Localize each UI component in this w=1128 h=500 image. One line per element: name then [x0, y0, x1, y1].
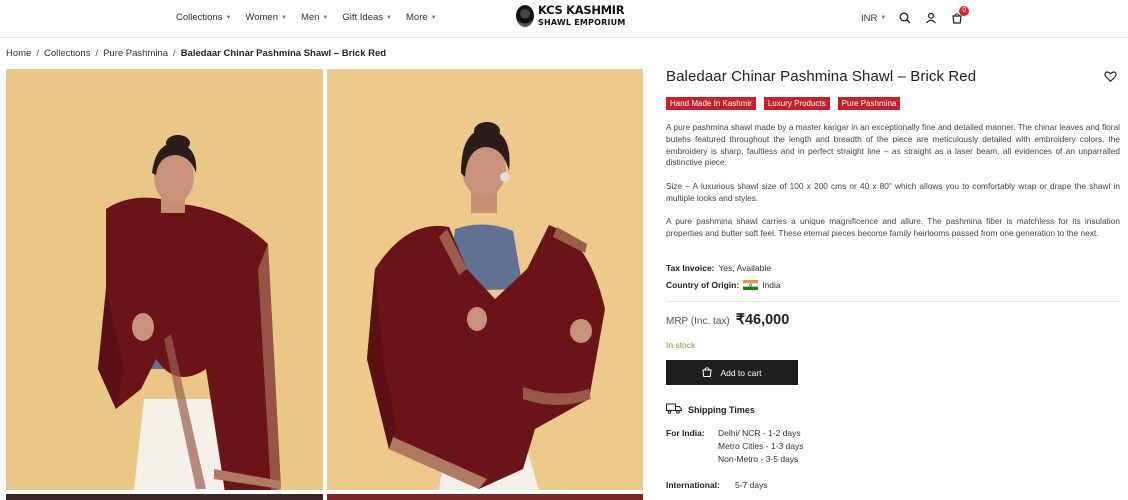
india-flag-icon — [743, 280, 759, 290]
add-to-cart-label: Add to cart — [720, 367, 762, 378]
nav-collections[interactable]: Collections ▼ — [176, 12, 231, 23]
origin-label: Country of Origin: — [666, 280, 740, 290]
international-label: International: — [666, 480, 720, 490]
product-tags: Hand Made In Kashmir Luxury Products Pur… — [666, 97, 901, 110]
india-label: For India: — [666, 428, 705, 438]
cart-count-badge: 0 — [959, 6, 970, 16]
nav-more[interactable]: More ▼ — [406, 12, 437, 23]
tag-hand-made[interactable]: Hand Made In Kashmir — [666, 97, 756, 110]
breadcrumb-home[interactable]: Home — [6, 48, 31, 59]
product-image-4[interactable] — [327, 494, 643, 500]
truck-icon — [666, 403, 682, 416]
breadcrumb-separator: / — [95, 48, 99, 59]
add-to-cart-button[interactable]: Add to cart — [666, 360, 798, 385]
nav-label: Collections — [176, 12, 223, 23]
description-paragraph-2: Size – A luxurious shawl size of 100 x 2… — [666, 181, 1120, 203]
nav-label: Men — [300, 12, 320, 23]
nav-men[interactable]: Men ▼ — [301, 12, 328, 23]
site-logo[interactable]: KCS KASHMIR SHAWL EMPORIUM — [516, 5, 625, 27]
chevron-down-icon: ▼ — [880, 15, 887, 21]
currency-label: INR — [861, 12, 878, 24]
logo-emblem-icon — [516, 5, 534, 27]
nav-label: Gift Ideas — [342, 12, 384, 23]
search-icon[interactable] — [898, 11, 912, 25]
product-info: Baledaar Chinar Pashmina Shawl – Brick R… — [666, 68, 1120, 85]
nav-label: More — [406, 12, 428, 23]
india-shipping-line: Non-Metro - 3-5 days — [718, 454, 799, 464]
logo-text: KCS KASHMIR SHAWL EMPORIUM — [538, 5, 625, 27]
currency-selector[interactable]: INR ▼ — [861, 13, 886, 24]
nav-women[interactable]: Women ▼ — [245, 12, 287, 23]
stock-status: In stock — [666, 340, 696, 350]
shipping-title: Shipping Times — [688, 404, 755, 415]
chevron-down-icon: ▼ — [225, 14, 232, 21]
breadcrumb-current: Baledaar Chinar Pashmina Shawl – Brick R… — [180, 48, 387, 59]
breadcrumb-separator: / — [36, 48, 39, 59]
breadcrumb: Home / Collections / Pure Pashmina / Bal… — [6, 48, 386, 59]
breadcrumb-pure-pashmina[interactable]: Pure Pashmina — [103, 48, 168, 59]
product-price: ₹46,000 — [735, 312, 790, 328]
product-image-3[interactable] — [6, 494, 323, 500]
heart-icon[interactable] — [1104, 70, 1118, 84]
international-label-text: International: — [666, 480, 720, 490]
chevron-down-icon: ▼ — [322, 14, 329, 21]
breadcrumb-collections[interactable]: Collections — [44, 48, 90, 59]
product-image-1[interactable] — [6, 69, 323, 490]
origin-row: Country of Origin: India — [666, 280, 781, 290]
international-shipping-value: 5-7 days — [735, 480, 768, 490]
for-india-label: For India: — [666, 428, 705, 438]
account-icon[interactable] — [924, 11, 938, 25]
mrp-label: MRP (Inc. tax) — [666, 316, 730, 327]
price-row: MRP (Inc. tax) ₹46,000 — [666, 312, 789, 328]
header-actions: INR ▼ 0 — [861, 6, 970, 25]
description-paragraph-1: A pure pashmina shawl made by a master k… — [666, 122, 1120, 168]
site-header: Collections ▼ Women ▼ Men ▼ Gift Ideas ▼ Mor… — [0, 0, 1128, 38]
product-image-2[interactable] — [327, 69, 643, 490]
cart-icon[interactable]: 0 — [950, 6, 970, 25]
tag-pure-pashmina[interactable]: Pure Pashmina — [837, 97, 901, 110]
chevron-down-icon: ▼ — [386, 14, 392, 21]
tag-luxury[interactable]: Luxury Products — [763, 97, 830, 110]
nav-gift-ideas[interactable]: Gift Ideas ▼ — [342, 12, 392, 23]
tax-invoice-value: Yes, Available — [718, 263, 771, 273]
india-shipping-line: Metro Cities - 1-3 days — [718, 441, 804, 451]
product-title: Baledaar Chinar Pashmina Shawl – Brick R… — [666, 68, 977, 85]
logo-line1: KCS KASHMIR — [538, 3, 625, 18]
origin-value: India — [762, 280, 781, 290]
breadcrumb-separator: / — [173, 48, 176, 59]
india-shipping-line: Delhi/ NCR - 1-2 days — [718, 428, 801, 438]
chevron-down-icon: ▼ — [430, 14, 437, 21]
main-nav: Collections ▼ Women ▼ Men ▼ Gift Ideas ▼ Mor… — [176, 12, 437, 23]
chevron-down-icon: ▼ — [280, 14, 287, 21]
shipping-times-heading: Shipping Times — [666, 403, 755, 416]
tax-invoice-label: Tax Invoice: — [666, 263, 715, 273]
nav-label: Women — [245, 12, 278, 23]
bag-icon — [702, 366, 712, 379]
section-divider — [666, 301, 1120, 302]
logo-line2: SHAWL EMPORIUM — [538, 17, 626, 27]
description-paragraph-3: A pure pashmina shawl carries a unique m… — [666, 216, 1120, 238]
tax-invoice-row: Tax Invoice: Yes, Available — [666, 263, 771, 273]
